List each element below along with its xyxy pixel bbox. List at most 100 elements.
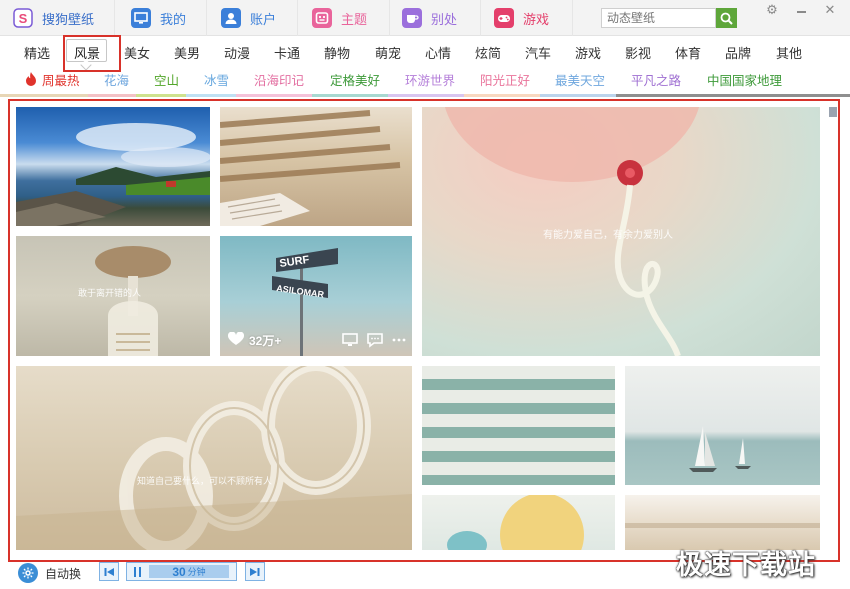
svg-text:S: S xyxy=(19,11,28,26)
category-item[interactable]: 精选 xyxy=(24,43,50,62)
topic-item-hot[interactable]: 周最热 xyxy=(42,70,80,89)
category-item[interactable]: 体育 xyxy=(675,43,701,62)
user-icon xyxy=(221,8,241,28)
wallpaper-tile-bench[interactable] xyxy=(220,107,412,226)
tab-games-label: 游戏 xyxy=(523,11,550,27)
search-button[interactable] xyxy=(716,8,737,28)
search-input[interactable] xyxy=(601,8,716,28)
close-icon: ✕ xyxy=(824,2,836,17)
auto-change-toggle[interactable] xyxy=(18,563,38,583)
settings-button[interactable]: ⚙ xyxy=(763,2,781,18)
sailboat-scene xyxy=(689,426,751,472)
scrollbar-thumb[interactable] xyxy=(829,107,837,117)
top-navigation-bar: S 搜狗壁纸 我的 账户 主题 别处 游戏 ⚙ ✕ xyxy=(0,0,850,36)
more-icon xyxy=(392,338,406,342)
auto-change-label: 自动换 xyxy=(45,567,82,581)
next-button[interactable] xyxy=(245,562,265,581)
app-logo-tab[interactable]: S 搜狗壁纸 xyxy=(0,0,115,36)
topic-underline xyxy=(388,94,464,97)
tab-elsewhere[interactable]: 别处 xyxy=(390,0,481,36)
highlight-box-category xyxy=(63,35,121,72)
tab-account[interactable]: 账户 xyxy=(207,0,298,36)
tab-theme[interactable]: 主题 xyxy=(298,0,390,36)
category-item[interactable]: 萌宠 xyxy=(375,43,401,62)
topic-item[interactable]: 花海 xyxy=(104,70,129,89)
balloon-caption: 有能力爱自己，有余力爱别人 xyxy=(543,230,673,241)
category-item[interactable]: 游戏 xyxy=(575,43,601,62)
interval-control[interactable]: 30 分钟 xyxy=(126,562,237,581)
set-desktop-button[interactable] xyxy=(341,332,359,348)
category-item[interactable]: 汽车 xyxy=(525,43,551,62)
category-item[interactable]: 美女 xyxy=(124,43,150,62)
category-item[interactable]: 影视 xyxy=(625,43,651,62)
minimize-icon xyxy=(796,11,806,13)
previous-button[interactable] xyxy=(99,562,119,581)
wallpaper-tile-rope[interactable]: 知道自己要什么，可以不顾所有人 xyxy=(16,366,412,550)
category-item[interactable]: 卡通 xyxy=(274,43,300,62)
wallpaper-tile-beach[interactable] xyxy=(625,495,820,550)
fire-icon xyxy=(24,71,38,87)
wallpaper-grid: 有能力爱自己，有余力爱别人 敢于离开错的人 SURF ASILOMAR 32万+ xyxy=(8,99,840,562)
topic-item[interactable]: 环游世界 xyxy=(405,70,455,89)
lake-scene xyxy=(16,123,210,226)
pause-icon xyxy=(134,566,141,577)
topic-underline xyxy=(236,94,312,97)
wallpaper-tile-bicycle[interactable]: 敢于离开错的人 xyxy=(16,236,210,356)
tab-mine[interactable]: 我的 xyxy=(115,0,207,36)
site-watermark: 极速下载站 xyxy=(676,550,816,580)
topic-underline xyxy=(0,94,88,97)
minimize-button[interactable] xyxy=(792,2,810,18)
topic-item[interactable]: 冰雪 xyxy=(204,70,229,89)
wallpaper-tile-balloon[interactable]: 有能力爱自己，有余力爱别人 xyxy=(422,107,820,356)
topic-underline xyxy=(616,94,692,97)
bench-scene xyxy=(220,110,401,226)
monitor-icon xyxy=(131,8,151,28)
wallpaper-tile-stripes[interactable] xyxy=(422,366,615,485)
topic-underline xyxy=(88,94,136,97)
category-item[interactable]: 静物 xyxy=(324,43,350,62)
topic-underline xyxy=(136,94,186,97)
topic-item[interactable]: 中国国家地理 xyxy=(707,70,782,89)
tab-account-label: 账户 xyxy=(250,11,277,27)
topic-underline xyxy=(540,94,616,97)
tab-theme-label: 主题 xyxy=(341,11,368,27)
skip-back-icon xyxy=(104,567,114,576)
close-button[interactable]: ✕ xyxy=(821,2,839,18)
gear-icon xyxy=(22,567,34,579)
coffee-icon xyxy=(402,8,422,28)
category-item[interactable]: 心情 xyxy=(425,43,451,62)
wallpaper-tile-sailboats[interactable] xyxy=(625,366,820,485)
bicycle-caption: 敢于离开错的人 xyxy=(78,288,142,298)
category-item[interactable]: 品牌 xyxy=(725,43,751,62)
tab-mine-label: 我的 xyxy=(160,11,187,27)
more-button[interactable] xyxy=(390,332,408,348)
category-item[interactable]: 动漫 xyxy=(224,43,250,62)
topic-item[interactable]: 平凡之路 xyxy=(631,70,681,89)
topic-underline xyxy=(692,94,850,97)
wallpaper-tile-surf-sign[interactable]: SURF ASILOMAR 32万+ xyxy=(220,236,412,356)
wallpaper-tile-lake[interactable] xyxy=(16,107,210,226)
gear-icon: ⚙ xyxy=(766,2,778,17)
heart-icon xyxy=(227,331,245,346)
interval-unit: 分钟 xyxy=(187,567,206,577)
rope-caption: 知道自己要什么，可以不顾所有人 xyxy=(137,476,273,486)
sogou-logo-icon: S xyxy=(12,7,34,29)
likes-count: 32万+ xyxy=(249,334,282,348)
topic-item[interactable]: 空山 xyxy=(154,70,179,89)
category-item[interactable]: 炫简 xyxy=(475,43,501,62)
topic-item[interactable]: 定格美好 xyxy=(330,70,380,89)
topic-item[interactable]: 最美天空 xyxy=(555,70,605,89)
comment-button[interactable] xyxy=(366,332,384,348)
interval-value: 30 xyxy=(172,564,186,579)
search-icon xyxy=(720,12,733,25)
app-title: 搜狗壁纸 xyxy=(42,11,95,27)
category-item[interactable]: 其他 xyxy=(776,43,802,62)
topic-item[interactable]: 阳光正好 xyxy=(480,70,530,89)
comment-icon xyxy=(367,333,383,348)
tab-games[interactable]: 游戏 xyxy=(481,0,573,36)
category-bar: 精选 风景 美女 美男 动漫 卡通 静物 萌宠 心情 炫简 汽车 游戏 影视 体… xyxy=(0,37,850,65)
desktop-icon xyxy=(342,333,358,346)
wallpaper-tile-yellow-balloon[interactable] xyxy=(422,495,615,550)
topic-item[interactable]: 沿海印记 xyxy=(254,70,304,89)
category-item[interactable]: 美男 xyxy=(174,43,200,62)
